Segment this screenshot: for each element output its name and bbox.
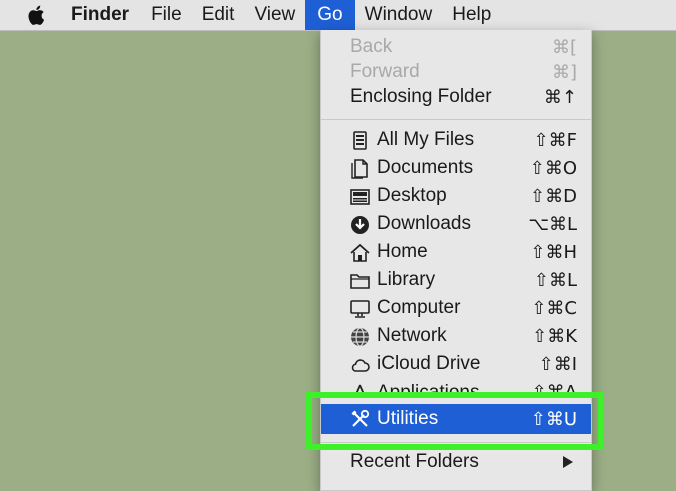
shortcut: ⇧⌘O — [529, 157, 577, 179]
menu-edit[interactable]: Edit — [192, 0, 245, 30]
menu-finder[interactable]: Finder — [71, 0, 141, 30]
menu-item-computer[interactable]: Computer ⇧⌘C — [321, 294, 591, 322]
home-icon — [350, 243, 370, 262]
shortcut: ⇧⌘H — [530, 241, 577, 263]
downloads-icon — [351, 216, 369, 234]
shortcut: ⌥⌘L — [528, 213, 577, 235]
computer-icon — [350, 300, 370, 318]
menu-item-network[interactable]: Network ⇧⌘K — [321, 322, 591, 350]
menu-item-label: Network — [377, 325, 447, 346]
network-icon — [351, 327, 369, 347]
documents-icon — [351, 159, 368, 179]
menu-item-enclosing-folder[interactable]: Enclosing Folder ⌘↑ — [321, 83, 591, 111]
menu-item-label: Applications — [377, 382, 479, 392]
shortcut: ⇧⌘L — [533, 269, 577, 291]
menu-item-library[interactable]: Library ⇧⌘L — [321, 266, 591, 294]
shortcut: ⌘[ — [551, 36, 577, 58]
menu-item-icloud-drive[interactable]: iCloud Drive ⇧⌘I — [321, 350, 591, 378]
menu-item-label: Desktop — [377, 185, 447, 206]
menu-item-label: Computer — [377, 297, 461, 318]
menu-item-label: Documents — [377, 157, 474, 178]
applications-icon — [355, 384, 365, 392]
submenu-arrow-icon — [563, 456, 573, 468]
menu-item-label: Back — [350, 36, 393, 57]
shortcut: ⇧⌘F — [533, 129, 577, 151]
menu-item-label: Forward — [350, 61, 420, 82]
shortcut: ⌘↑ — [543, 86, 577, 108]
icloud-icon — [351, 359, 370, 372]
shortcut: ⇧⌘A — [532, 382, 577, 392]
menu-item-downloads[interactable]: Downloads ⌥⌘L — [321, 210, 591, 238]
menu-bar: Finder File Edit View Go Window Help — [0, 0, 676, 31]
menu-item-back[interactable]: Back ⌘[ — [321, 33, 591, 61]
menu-view[interactable]: View — [244, 0, 305, 30]
menu-file[interactable]: File — [141, 0, 192, 30]
menu-window[interactable]: Window — [355, 0, 443, 30]
all-my-files-icon — [353, 131, 367, 150]
menu-item-label: Recent Folders — [350, 451, 479, 472]
menu-item-label: Home — [377, 241, 428, 262]
menu-help[interactable]: Help — [442, 0, 501, 30]
menu-item-forward[interactable]: Forward ⌘] — [321, 58, 591, 86]
shortcut: ⌘] — [551, 61, 577, 83]
library-folder-icon — [350, 274, 370, 289]
desktop-icon — [350, 189, 370, 205]
shortcut: ⇧⌘K — [532, 325, 577, 347]
menu-item-all-my-files[interactable]: All My Files ⇧⌘F — [321, 126, 591, 154]
shortcut: ⇧⌘C — [531, 297, 577, 319]
menu-item-home[interactable]: Home ⇧⌘H — [321, 238, 591, 266]
callout-highlight-box — [306, 392, 604, 450]
menu-item-label: Library — [377, 269, 436, 290]
shortcut: ⇧⌘I — [538, 353, 577, 375]
menu-item-label: Enclosing Folder — [350, 86, 492, 107]
menu-item-label: All My Files — [377, 129, 475, 150]
menu-item-desktop[interactable]: Desktop ⇧⌘D — [321, 182, 591, 210]
menu-item-label: iCloud Drive — [377, 353, 481, 374]
shortcut: ⇧⌘D — [530, 185, 577, 207]
apple-icon[interactable] — [27, 3, 49, 27]
menu-item-documents[interactable]: Documents ⇧⌘O — [321, 154, 591, 182]
menu-item-label: Downloads — [377, 213, 471, 234]
menu-separator — [321, 119, 591, 120]
menu-go[interactable]: Go — [305, 0, 355, 30]
menu-item-recent-folders[interactable]: Recent Folders — [321, 448, 591, 476]
menu-item-applications[interactable]: Applications ⇧⌘A — [321, 378, 591, 392]
